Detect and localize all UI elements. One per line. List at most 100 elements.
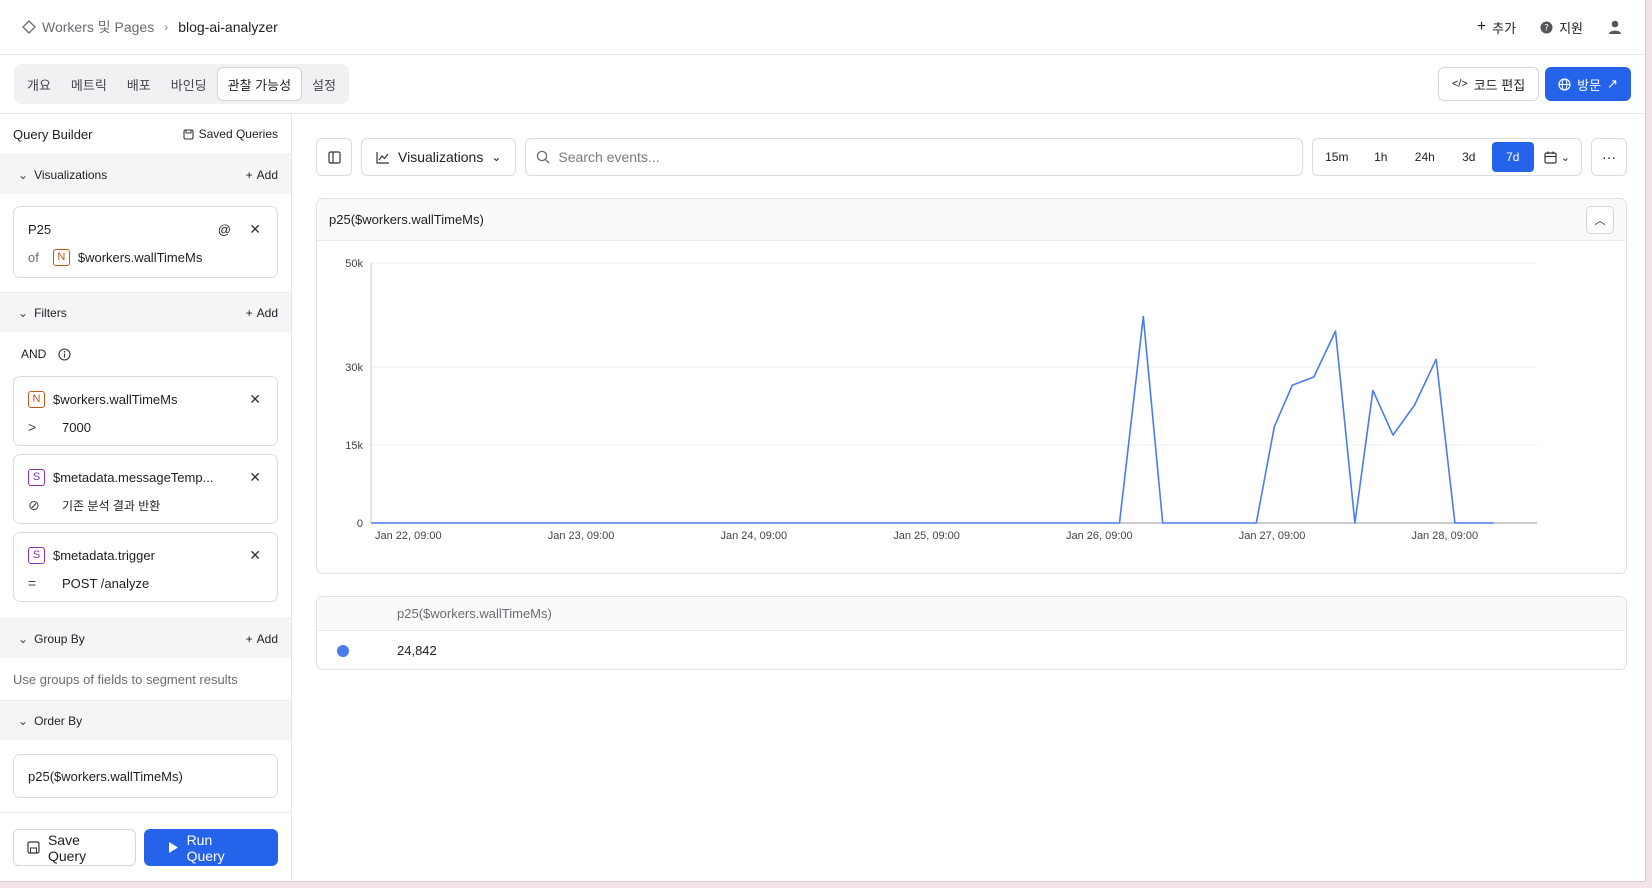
- tab-4[interactable]: 관찰 가능성: [216, 67, 303, 101]
- support-button[interactable]: ? 지원: [1540, 18, 1583, 37]
- tab-3[interactable]: 바인딩: [161, 67, 217, 101]
- filter-operator[interactable]: =: [28, 575, 54, 591]
- save-query-button[interactable]: Save Query: [13, 829, 136, 866]
- filter-value[interactable]: 7000: [62, 420, 91, 435]
- tab-2[interactable]: 배포: [117, 67, 161, 101]
- table-row[interactable]: 24,842: [317, 631, 1626, 670]
- add-group-by-button[interactable]: + Add: [246, 632, 278, 646]
- edit-code-button[interactable]: </> 코드 편집: [1437, 67, 1540, 101]
- filter-field: $workers.wallTimeMs: [53, 391, 178, 407]
- filter-value[interactable]: POST /analyze: [62, 576, 149, 591]
- toggle-sidebar-button[interactable]: [316, 138, 352, 176]
- string-type-badge: S: [28, 468, 45, 486]
- x-tick-label: Jan 26, 09:00: [1066, 530, 1133, 542]
- add-label: Add: [256, 167, 278, 182]
- collapse-chart-button[interactable]: ︿: [1586, 205, 1614, 234]
- remove-filter-icon[interactable]: ✕: [249, 547, 261, 564]
- order-by-field: p25($workers.wallTimeMs): [28, 768, 183, 784]
- x-tick-label: Jan 22, 09:00: [375, 530, 442, 542]
- user-icon: [1609, 20, 1621, 34]
- query-builder-title: Query Builder: [13, 126, 93, 142]
- tab-1[interactable]: 메트릭: [61, 67, 117, 101]
- remove-filter-icon[interactable]: ✕: [249, 391, 261, 408]
- filter-card[interactable]: S $metadata.messageTemp... ✕ ⊘ 기존 분석 결과 반환: [13, 454, 278, 524]
- filter-card[interactable]: N $workers.wallTimeMs ✕ >7000: [13, 376, 278, 446]
- save-icon: [27, 841, 40, 854]
- chart-card: p25($workers.wallTimeMs) ︿ 0 15k 30k 50k Jan…: [316, 198, 1627, 574]
- remove-filter-icon[interactable]: ✕: [249, 469, 261, 486]
- filter-field: $metadata.messageTemp...: [53, 469, 214, 485]
- breadcrumb-parent-label: Workers 및 Pages: [42, 19, 155, 35]
- breadcrumb-current: blog-ai-analyzer: [178, 19, 278, 35]
- breadcrumb-parent[interactable]: Workers 및 Pages: [22, 17, 154, 37]
- series-line: [371, 315, 1494, 524]
- y-tick-label: 30k: [345, 362, 363, 374]
- order-by-card[interactable]: p25($workers.wallTimeMs): [13, 754, 278, 798]
- visualizations-section-header[interactable]: ⌄ Visualizations + Add: [0, 154, 291, 194]
- time-range-selector: 15m 1h 24h 3d 7d ⌄: [1311, 138, 1582, 176]
- range-15m[interactable]: 15m: [1316, 142, 1358, 172]
- chevron-down-icon: ⌄: [18, 713, 29, 728]
- add-label: Add: [256, 631, 278, 646]
- play-icon: [168, 842, 178, 853]
- breadcrumb: Workers 및 Pages › blog-ai-analyzer: [22, 17, 278, 37]
- external-arrow-icon: ↗: [1607, 76, 1618, 91]
- add-button[interactable]: + 추가: [1477, 18, 1516, 37]
- date-picker-button[interactable]: ⌄: [1536, 142, 1578, 172]
- range-1h[interactable]: 1h: [1360, 142, 1402, 172]
- run-query-button[interactable]: Run Query: [143, 829, 278, 866]
- app-window: Workers 및 Pages › blog-ai-analyzer + 추가 …: [0, 0, 1646, 882]
- edit-code-label: 코드 편집: [1473, 77, 1526, 93]
- x-tick-label: Jan 25, 09:00: [893, 530, 960, 542]
- chart-title: p25($workers.wallTimeMs): [329, 212, 484, 227]
- visualizations-dropdown[interactable]: Visualizations ⌄: [361, 138, 517, 176]
- y-tick-label: 0: [357, 518, 363, 530]
- plus-icon: +: [1476, 18, 1487, 35]
- filter-operator[interactable]: ⊘: [28, 497, 54, 514]
- chevron-up-icon: ︿: [1594, 214, 1606, 227]
- remove-visualization-icon[interactable]: ✕: [249, 221, 261, 238]
- svg-text:?: ?: [1544, 23, 1549, 33]
- order-by-section-header[interactable]: ⌄ Order By: [0, 700, 291, 740]
- filter-logic-label[interactable]: AND: [21, 347, 46, 361]
- filter-card[interactable]: S $metadata.trigger ✕ = POST /analyze: [13, 532, 278, 602]
- x-tick-label: Jan 23, 09:00: [548, 530, 615, 542]
- visualization-function: P25: [28, 221, 52, 237]
- user-avatar[interactable]: [1607, 19, 1623, 35]
- range-7d[interactable]: 7d: [1491, 142, 1534, 172]
- add-filter-button[interactable]: + Add: [246, 306, 278, 320]
- plus-icon: +: [245, 305, 253, 320]
- range-3d[interactable]: 3d: [1448, 142, 1490, 172]
- save-icon: [183, 128, 194, 140]
- filters-section-header[interactable]: ⌄ Filters + Add: [0, 292, 291, 332]
- more-options-button[interactable]: ···: [1591, 138, 1627, 176]
- search-events-input[interactable]: [558, 149, 1292, 165]
- visualization-card[interactable]: P25 @ ✕ of N $workers.wallTimeMs: [13, 206, 278, 278]
- saved-queries-button[interactable]: Saved Queries: [183, 127, 278, 141]
- plus-icon: +: [245, 631, 253, 646]
- filter-field: $metadata.trigger: [53, 547, 155, 563]
- group-by-section-header[interactable]: ⌄ Group By + Add: [0, 618, 291, 658]
- alias-at-icon[interactable]: @: [218, 222, 231, 237]
- order-by-label: Order By: [34, 713, 83, 728]
- visit-button[interactable]: 방문 ↗: [1545, 67, 1631, 101]
- range-24h[interactable]: 24h: [1404, 142, 1446, 172]
- chevron-down-icon: ⌄: [491, 150, 502, 164]
- add-visualization-button[interactable]: + Add: [246, 168, 278, 182]
- filter-operator[interactable]: >: [28, 419, 54, 435]
- results-panel: Visualizations ⌄ 15m1h24h3d7d ⌄ ··· p25($…: [292, 114, 1645, 881]
- results-toolbar: Visualizations ⌄ 15m1h24h3d7d ⌄ ···: [316, 138, 1627, 176]
- sidebar-toggle-icon: [327, 150, 341, 164]
- search-icon: [537, 150, 550, 164]
- tab-0[interactable]: 개요: [17, 67, 61, 101]
- calendar-icon: [1544, 151, 1557, 164]
- filter-value[interactable]: 기존 분석 결과 반환: [62, 497, 160, 514]
- x-tick-label: Jan 27, 09:00: [1239, 530, 1306, 542]
- add-label: Add: [256, 305, 278, 320]
- visualization-field: $workers.wallTimeMs: [77, 249, 203, 265]
- info-icon[interactable]: [58, 347, 71, 361]
- saved-queries-label: Saved Queries: [198, 127, 278, 141]
- search-events-field[interactable]: [525, 138, 1303, 176]
- help-circle-icon: ?: [1540, 21, 1553, 33]
- tab-5[interactable]: 설정: [302, 67, 346, 101]
